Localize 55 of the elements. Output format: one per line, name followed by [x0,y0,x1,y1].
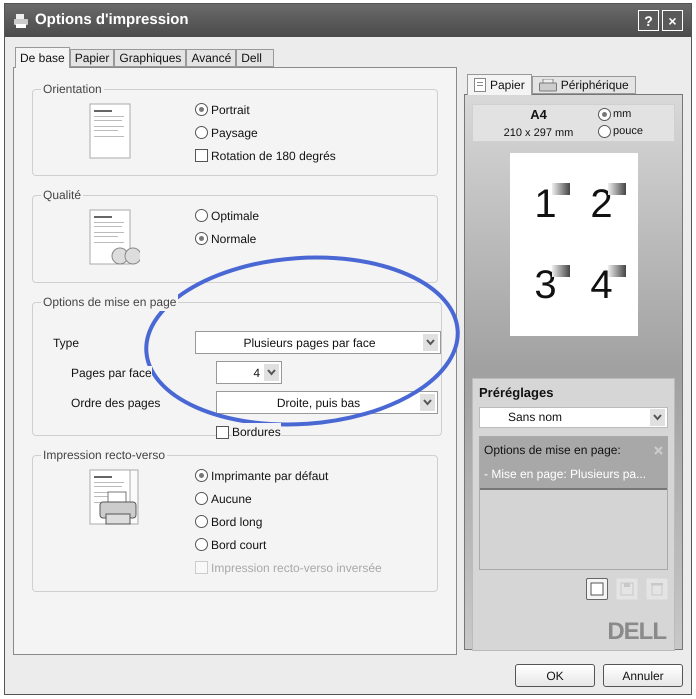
summary-line: - Mise en page: Plusieurs pa... [484,466,648,484]
radio-button[interactable] [598,108,611,121]
presets-dropdown[interactable]: Sans nom [479,406,668,428]
checkbox[interactable] [195,149,208,162]
page-number: 1 [534,184,557,224]
help-button[interactable]: ? [638,10,659,31]
caret-icon [650,408,665,426]
field-label: Type [53,336,80,350]
checkbox[interactable] [216,426,229,438]
radio-button[interactable] [195,126,208,139]
caret-icon [423,334,438,351]
preset-summary-item[interactable]: Options de mise en page: - Mise en page: Plusieurs pa... [480,437,667,490]
page-icon [474,78,486,92]
tab[interactable]: Dell [236,49,274,67]
pages-per-side-dropdown[interactable]: 4 [216,361,282,384]
radio-button[interactable] [195,103,208,116]
tab[interactable]: Papier [70,49,114,67]
radio-button[interactable] [195,232,208,245]
radio-button[interactable] [195,469,208,482]
dell-logo: DELL [607,617,666,647]
close-button[interactable]: × [662,10,683,31]
new-preset-button[interactable] [586,578,608,600]
paper-size: A4 [530,106,547,124]
type-dropdown[interactable]: Plusieurs pages par face [195,331,441,354]
paper-dimensions: 210 x 297 mm [504,126,574,140]
tab[interactable]: Avancé [186,49,236,67]
caret-icon [420,394,435,411]
cancel-button[interactable]: Annuler [603,664,683,687]
radio-button[interactable] [195,538,208,551]
printer-icon [538,78,557,92]
option-label: mm [613,107,632,122]
caret-icon [264,364,279,381]
presets-title: Préréglages [479,384,554,402]
radio-button[interactable] [195,209,208,222]
tab[interactable]: Papier [467,74,532,95]
field-label: Ordre des pages [71,396,160,410]
printer-icon [13,12,29,28]
blank-page-icon [590,582,604,596]
trash-icon [650,582,664,596]
option-label: pouce [613,124,643,140]
tab[interactable]: Périphérique [532,76,636,94]
ok-button[interactable]: OK [515,664,595,687]
page-number: 3 [534,265,557,306]
radio-button[interactable] [195,492,208,505]
field-label: Pages par face [71,366,152,380]
tab[interactable]: Graphiques [114,49,186,67]
page-number: 2 [590,184,613,224]
summary-heading: Options de mise en page: [484,442,621,460]
page-order-dropdown[interactable]: Droite, puis bas [216,391,438,414]
radio-button[interactable] [598,125,611,138]
radio-button[interactable] [195,515,208,528]
tab[interactable]: De base [15,47,70,68]
page-number: 4 [590,265,613,306]
group-title: Options de mise en page [41,293,178,311]
window-title: Options d'impression [35,10,190,30]
